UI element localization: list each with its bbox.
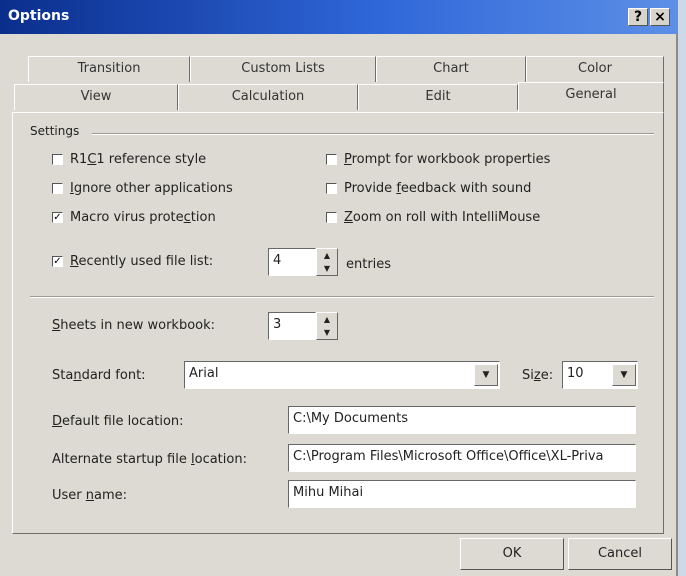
feedback-sound-box[interactable] [326, 183, 337, 194]
zoom-intellimouse-label: Zoom on roll with IntelliMouse [344, 210, 541, 225]
title-bar: Options ? × [0, 0, 678, 34]
macro-virus-label: Macro virus protection [70, 210, 216, 225]
tab-color[interactable]: Color [526, 56, 664, 82]
zoom-intellimouse-checkbox[interactable]: Zoom on roll with IntelliMouse [326, 210, 540, 225]
close-button[interactable]: × [650, 8, 670, 26]
spin-down-icon[interactable]: ▼ [317, 262, 337, 275]
ignore-apps-label: Ignore other applications [70, 181, 233, 196]
ignore-apps-box[interactable] [52, 183, 63, 194]
sheets-label: Sheets in new workbook: [52, 318, 216, 333]
standard-font-label: Standard font: [52, 368, 146, 383]
help-button[interactable]: ? [628, 8, 648, 26]
window-title: Options [8, 8, 70, 24]
size-label: Size: [522, 368, 554, 383]
settings-group-label: Settings [30, 124, 80, 138]
r1c1-box[interactable] [52, 154, 63, 165]
section-divider [30, 296, 654, 298]
macro-virus-box[interactable]: ✓ [52, 212, 63, 223]
settings-divider [92, 133, 654, 135]
r1c1-label: R1C1 reference style [70, 152, 207, 167]
spin-up-icon[interactable]: ▲ [317, 313, 337, 326]
recent-files-box[interactable]: ✓ [52, 256, 63, 267]
user-name-input[interactable]: Mihu Mihai [288, 480, 636, 508]
tab-chart[interactable]: Chart [376, 56, 526, 82]
options-dialog: Options ? × Transition Custom Lists Char… [0, 0, 678, 576]
alternate-location-input[interactable]: C:\Program Files\Microsoft Office\Office… [288, 444, 636, 472]
font-dropdown-arrow-icon[interactable]: ▼ [474, 364, 498, 386]
standard-font-select[interactable]: Arial [184, 361, 500, 389]
tab-custom-lists[interactable]: Custom Lists [190, 56, 376, 82]
ignore-apps-checkbox[interactable]: Ignore other applications [52, 181, 233, 196]
default-location-input[interactable]: C:\My Documents [288, 406, 636, 434]
sheets-spinner[interactable]: ▲ ▼ [316, 312, 338, 340]
spin-down-icon[interactable]: ▼ [317, 326, 337, 339]
tab-general[interactable]: General [518, 82, 664, 112]
spin-up-icon[interactable]: ▲ [317, 249, 337, 262]
recent-files-spinner[interactable]: ▲ ▼ [316, 248, 338, 276]
feedback-sound-checkbox[interactable]: Provide feedback with sound [326, 181, 531, 196]
cancel-button[interactable]: Cancel [568, 538, 672, 570]
entries-label: entries [346, 257, 392, 272]
alternate-location-label: Alternate startup file location: [52, 452, 247, 467]
tab-edit[interactable]: Edit [358, 84, 518, 110]
default-location-label: Default file location: [52, 414, 184, 429]
feedback-sound-label: Provide feedback with sound [344, 181, 532, 196]
prompt-properties-box[interactable] [326, 154, 337, 165]
sheets-count-input[interactable]: 3 [268, 312, 316, 340]
macro-virus-checkbox[interactable]: ✓ Macro virus protection [52, 210, 216, 225]
user-name-label: User name: [52, 488, 128, 503]
size-dropdown-arrow-icon[interactable]: ▼ [612, 364, 636, 386]
recent-files-label: Recently used file list: [70, 254, 214, 269]
tab-transition[interactable]: Transition [28, 56, 190, 82]
r1c1-checkbox[interactable]: R1C1 reference style [52, 152, 206, 167]
recent-files-checkbox[interactable]: ✓ Recently used file list: [52, 254, 213, 269]
prompt-properties-checkbox[interactable]: Prompt for workbook properties [326, 152, 550, 167]
ok-button[interactable]: OK [460, 538, 564, 570]
tab-view[interactable]: View [14, 84, 178, 110]
recent-files-count-input[interactable]: 4 [268, 248, 316, 276]
prompt-properties-label: Prompt for workbook properties [344, 152, 551, 167]
tab-calculation[interactable]: Calculation [178, 84, 358, 110]
zoom-intellimouse-box[interactable] [326, 212, 337, 223]
